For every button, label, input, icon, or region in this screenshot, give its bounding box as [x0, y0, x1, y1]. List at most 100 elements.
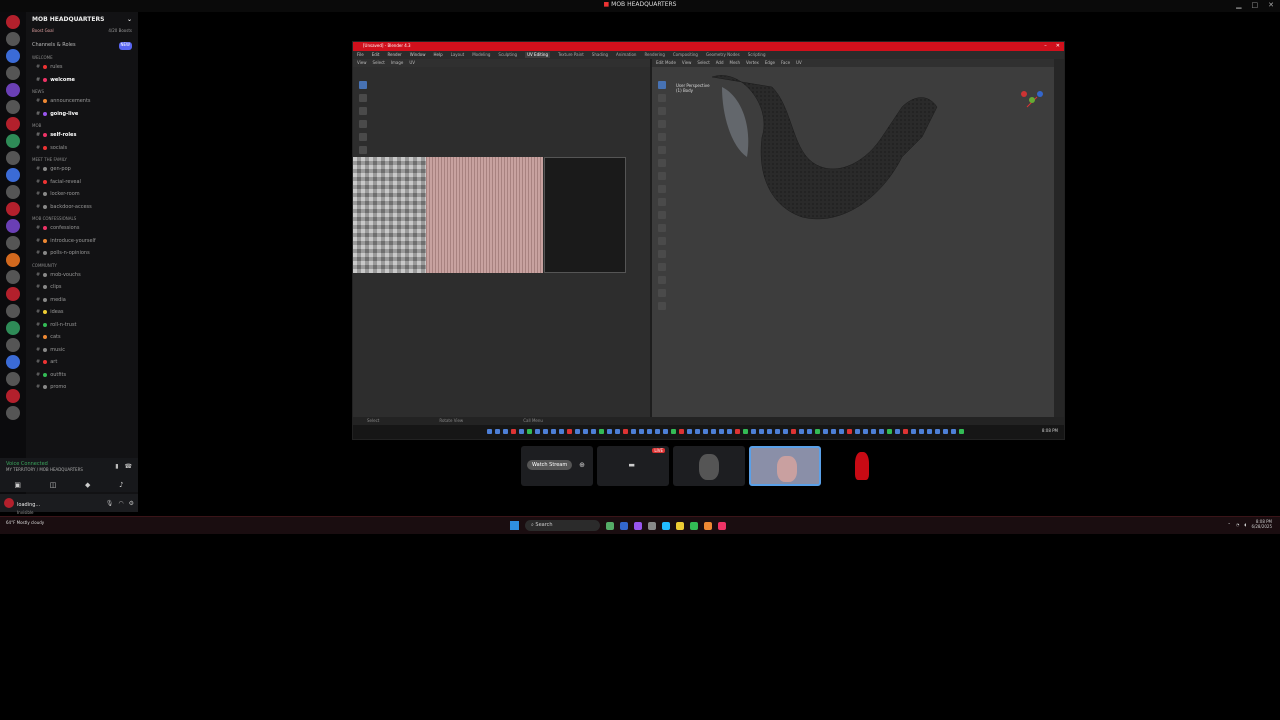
remote-app-icon[interactable]	[959, 429, 964, 434]
chevron-up-icon[interactable]: ⌃	[1228, 522, 1231, 527]
windows-start-icon[interactable]	[510, 521, 519, 530]
remote-app-icon[interactable]	[559, 429, 564, 434]
workspace-tab[interactable]: Shading	[592, 52, 608, 58]
activity-icon[interactable]: ◆	[85, 481, 90, 489]
channel-category[interactable]: Mob Confessionals	[26, 213, 138, 222]
channel-item[interactable]: # ideas	[26, 306, 138, 319]
remote-app-icon[interactable]	[783, 429, 788, 434]
app-icon[interactable]	[606, 521, 614, 530]
soundboard-icon[interactable]: ♪	[119, 481, 123, 489]
server-icon[interactable]	[6, 406, 20, 420]
remote-app-icon[interactable]	[951, 429, 956, 434]
server-icon[interactable]	[6, 117, 20, 131]
server-header[interactable]: MOB HEADQUARTERS ⌄	[26, 12, 138, 28]
remote-app-icon[interactable]	[727, 429, 732, 434]
server-icon[interactable]	[6, 219, 20, 233]
remote-app-icon[interactable]	[943, 429, 948, 434]
channel-item[interactable]: # cats	[26, 331, 138, 344]
remote-app-icon[interactable]	[623, 429, 628, 434]
remote-app-icon[interactable]	[615, 429, 620, 434]
server-icon[interactable]	[6, 100, 20, 114]
scale-tool-icon[interactable]	[359, 133, 367, 141]
remote-app-icon[interactable]	[671, 429, 676, 434]
remote-app-icon[interactable]	[607, 429, 612, 434]
header-menu-item[interactable]: Select	[697, 60, 709, 66]
remote-app-icon[interactable]	[887, 429, 892, 434]
app-icon[interactable]	[648, 521, 656, 530]
remote-app-icon[interactable]	[831, 429, 836, 434]
channel-item[interactable]: # facial-reveal	[26, 176, 138, 189]
remote-app-icon[interactable]	[895, 429, 900, 434]
header-menu-item[interactable]: Edge	[765, 60, 775, 66]
channel-item[interactable]: # introduce-yourself	[26, 235, 138, 248]
remote-app-icon[interactable]	[535, 429, 540, 434]
remote-app-icon[interactable]	[655, 429, 660, 434]
header-menu-item[interactable]: Add	[716, 60, 724, 66]
server-icon[interactable]	[6, 49, 20, 63]
stream-tile[interactable]: LIVE ▬	[597, 446, 669, 486]
properties-strip[interactable]	[1054, 59, 1064, 417]
remote-app-icon[interactable]	[911, 429, 916, 434]
workspace-tab[interactable]: Geometry Nodes	[706, 52, 740, 58]
menu-item[interactable]: Edit	[372, 52, 380, 58]
screen-share-icon[interactable]: ◫	[50, 481, 57, 489]
remote-app-icon[interactable]	[487, 429, 492, 434]
minimize-icon[interactable]: ▁	[1236, 1, 1241, 9]
minimize-icon[interactable]: –	[1044, 43, 1047, 49]
server-icon[interactable]	[6, 83, 20, 97]
channel-item[interactable]: # roll-n-trust	[26, 319, 138, 332]
gear-icon[interactable]: ⚙	[129, 500, 134, 507]
remote-app-icon[interactable]	[551, 429, 556, 434]
channel-item[interactable]: # welcome	[26, 74, 138, 87]
remote-app-icon[interactable]	[495, 429, 500, 434]
menu-item[interactable]: Help	[433, 52, 442, 58]
server-icon[interactable]	[6, 253, 20, 267]
channel-item[interactable]: # announcements	[26, 95, 138, 108]
remote-app-icon[interactable]	[855, 429, 860, 434]
channel-item[interactable]: # backdoor-access	[26, 201, 138, 214]
app-icon[interactable]	[662, 521, 670, 530]
taskbar-search[interactable]: ⌕ Search	[525, 520, 600, 531]
participant-tile[interactable]	[673, 446, 745, 486]
weather-widget[interactable]: 64°F Mostly cloudy	[6, 520, 44, 525]
server-icon[interactable]	[6, 321, 20, 335]
remote-app-icon[interactable]	[679, 429, 684, 434]
remote-app-icon[interactable]	[599, 429, 604, 434]
remote-app-icon[interactable]	[791, 429, 796, 434]
remote-app-icon[interactable]	[751, 429, 756, 434]
channel-item[interactable]: # promo	[26, 381, 138, 394]
channel-item[interactable]: # gen-pop	[26, 163, 138, 176]
channel-item[interactable]: # going-live	[26, 108, 138, 121]
remote-app-icon[interactable]	[567, 429, 572, 434]
remote-app-icon[interactable]	[583, 429, 588, 434]
remote-app-icon[interactable]	[503, 429, 508, 434]
participant-tile-selected[interactable]	[749, 446, 821, 486]
header-menu-item[interactable]: Image	[391, 60, 404, 66]
channel-item[interactable]: # confessions	[26, 222, 138, 235]
channel-category[interactable]: MOB	[26, 120, 138, 129]
remote-app-icon[interactable]	[863, 429, 868, 434]
move-tool-icon[interactable]	[359, 107, 367, 115]
header-menu-item[interactable]: View	[357, 60, 367, 66]
remote-app-icon[interactable]	[575, 429, 580, 434]
workspace-tab[interactable]: Modeling	[472, 52, 490, 58]
workspace-tab[interactable]: Rendering	[644, 52, 664, 58]
header-menu-item[interactable]: Edit Mode	[656, 60, 676, 66]
server-icon[interactable]	[6, 202, 20, 216]
header-menu-item[interactable]: Select	[373, 60, 385, 66]
workspace-tab[interactable]: UV Editing	[525, 52, 550, 58]
channel-item[interactable]: # music	[26, 344, 138, 357]
avatar[interactable]	[4, 498, 14, 508]
remote-app-icon[interactable]	[703, 429, 708, 434]
channel-item[interactable]: # rules	[26, 61, 138, 74]
remote-app-icon[interactable]	[687, 429, 692, 434]
remote-app-icon[interactable]	[815, 429, 820, 434]
channel-item[interactable]: # locker-room	[26, 188, 138, 201]
server-icon[interactable]	[6, 287, 20, 301]
channel-category[interactable]: WELCOME	[26, 52, 138, 61]
workspace-tab[interactable]: Scripting	[748, 52, 766, 58]
remote-app-icon[interactable]	[935, 429, 940, 434]
disconnect-icon[interactable]: ☎	[125, 463, 132, 470]
app-icon[interactable]	[690, 521, 698, 530]
boost-goal[interactable]: Boost Goal 4/20 Boosts	[26, 28, 138, 37]
